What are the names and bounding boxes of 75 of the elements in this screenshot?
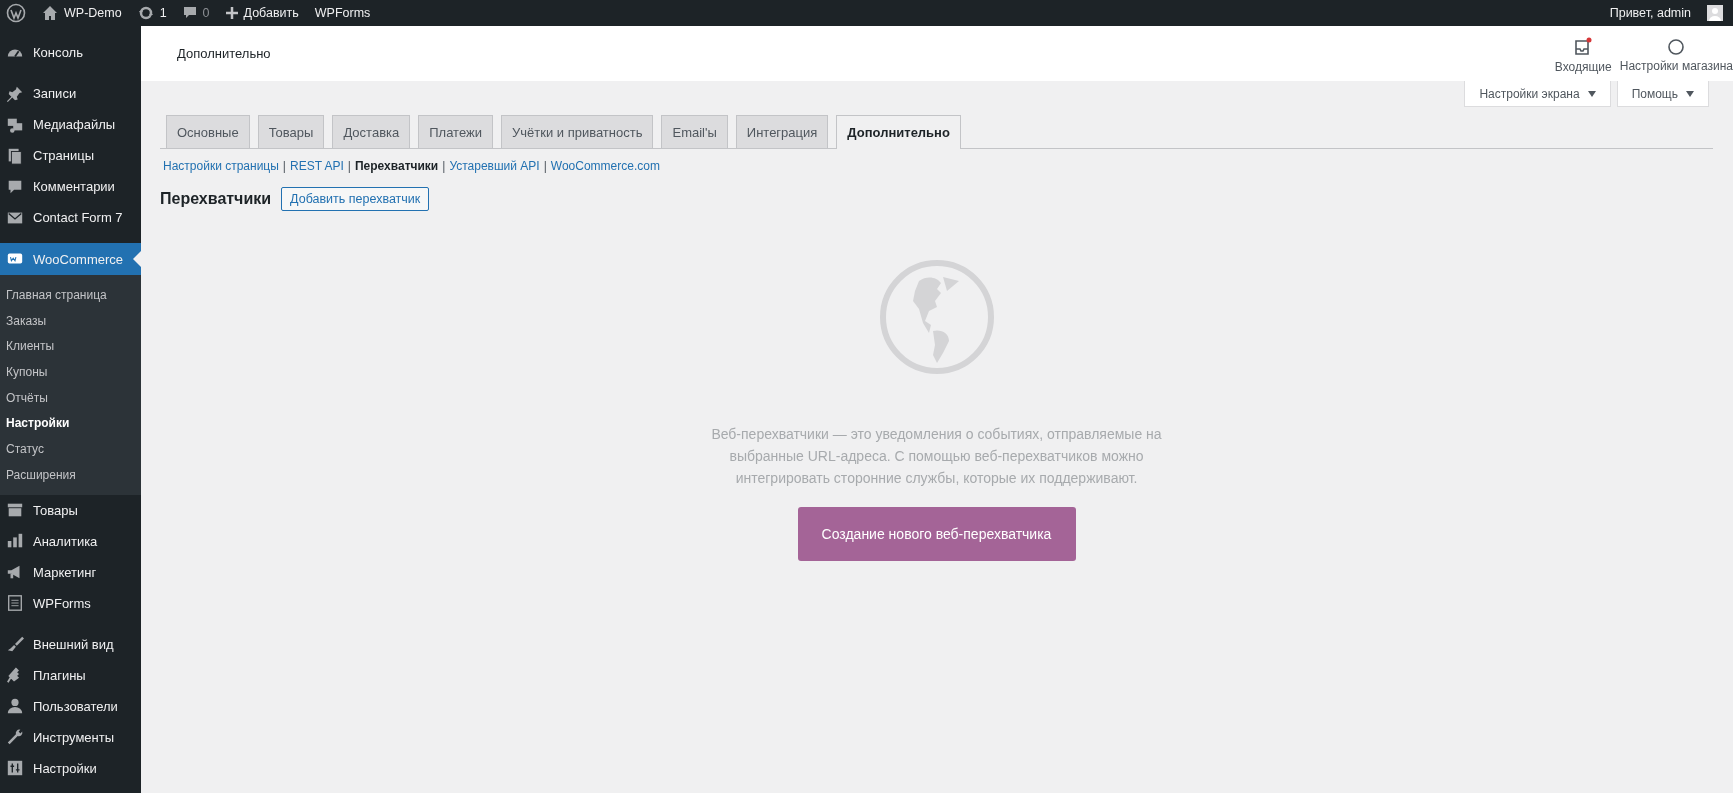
site-link[interactable]: WP-Demo (42, 5, 122, 21)
home-icon (42, 5, 58, 21)
inbox-button[interactable]: Входящие (1554, 33, 1612, 74)
menu-item[interactable]: Плагины (0, 659, 141, 691)
submenu-item[interactable]: Клиенты (0, 333, 141, 360)
create-webhook-button[interactable]: Создание нового веб-перехватчика (797, 507, 1076, 561)
menu-item[interactable]: Настройки (0, 752, 141, 784)
caret-icon (1686, 90, 1694, 97)
refresh-icon (137, 5, 154, 21)
menu-item[interactable]: Инструменты (0, 721, 141, 753)
store-settings-button[interactable]: Настройки магазина (1619, 34, 1733, 73)
comments-link[interactable]: 0 (182, 6, 210, 20)
tab[interactable]: Основные (166, 115, 250, 148)
tab[interactable]: Дополнительно (836, 115, 961, 149)
sliders-icon (6, 759, 24, 777)
submenu-item[interactable]: Расширения (0, 461, 141, 488)
menu-item[interactable]: WooCommerce (0, 243, 141, 275)
screen-tab-button[interactable]: Настройки экрана (1464, 81, 1611, 107)
separator: | (543, 159, 547, 173)
bar-chart-icon (6, 532, 24, 550)
menu-item[interactable]: Консоль (0, 37, 141, 68)
submenu-item[interactable]: Главная страница (0, 282, 141, 308)
new-link[interactable]: Добавить (225, 6, 299, 20)
menu-item[interactable]: Страницы (0, 140, 141, 171)
add-webhook-button[interactable]: Добавить перехватчик (281, 187, 430, 211)
separator: | (442, 159, 446, 173)
pages-icon (6, 146, 24, 165)
submenu-item[interactable]: Статус (0, 436, 141, 462)
wpforms-link[interactable]: WPForms (314, 6, 371, 20)
menu-item[interactable]: Медиафайлы (0, 109, 141, 140)
menu-item[interactable]: WPForms (0, 587, 141, 619)
section-link[interactable]: Настройки страницы (163, 159, 279, 173)
caret-icon (1587, 90, 1596, 97)
tab[interactable]: Учётки и приватность (501, 115, 654, 148)
section-link[interactable]: Устаревший API (449, 159, 540, 173)
empty-state-description: Веб-перехватчики — это уведомления о событиях, отправляемые на выбранные URL-адреса. С помощью веб-перехватчиков можно интегрировать сторонние службы, которые их поддерживают. (710, 425, 1163, 488)
pin-icon (6, 84, 24, 103)
section-link[interactable]: WooCommerce.com (550, 159, 660, 173)
tab[interactable]: Email'ы (661, 115, 728, 148)
submenu-item[interactable]: Настройки (0, 410, 141, 437)
submenu-item[interactable]: Заказы (0, 307, 141, 334)
separator: | (347, 159, 351, 173)
menu-item[interactable]: Аналитика (0, 525, 141, 557)
circle-icon (1667, 38, 1686, 56)
wordpress-logo-icon[interactable] (6, 3, 26, 23)
menu-item[interactable]: Contact Form 7 (0, 202, 141, 233)
plus-icon (225, 7, 238, 19)
wrench-icon (6, 728, 24, 746)
menu-item[interactable]: Товары (0, 494, 141, 526)
inbox-icon (1573, 37, 1594, 57)
form-icon (6, 594, 24, 612)
user-icon (6, 697, 24, 715)
section-link[interactable]: REST API (290, 159, 344, 173)
comment-icon (182, 6, 197, 20)
separator: | (282, 159, 286, 173)
tab[interactable]: Товары (257, 115, 325, 148)
page-title: Дополнительно (177, 46, 271, 61)
tab[interactable]: Платежи (418, 115, 493, 148)
account-link[interactable]: Привет, admin (1609, 6, 1691, 20)
tab[interactable]: Интеграция (735, 115, 829, 148)
section-heading: Перехватчики (160, 190, 272, 208)
section-link[interactable]: Перехватчики (354, 159, 439, 173)
menu-item[interactable]: Внешний вид (0, 628, 141, 660)
globe-icon (878, 259, 995, 375)
archive-icon (6, 501, 24, 519)
menu-item[interactable]: Пользователи (0, 690, 141, 722)
submenu-item[interactable]: Отчёты (0, 384, 141, 411)
brush-icon (6, 635, 24, 653)
submenu-item[interactable]: Купоны (0, 359, 141, 385)
menu-item[interactable]: Комментарии (0, 171, 141, 202)
menu-item[interactable]: Записи (0, 78, 141, 109)
menu-item[interactable]: Маркетинг (0, 556, 141, 588)
screen-tab-button[interactable]: Помощь (1616, 81, 1709, 107)
tab[interactable]: Доставка (332, 115, 411, 148)
updates-link[interactable]: 1 (137, 5, 167, 21)
